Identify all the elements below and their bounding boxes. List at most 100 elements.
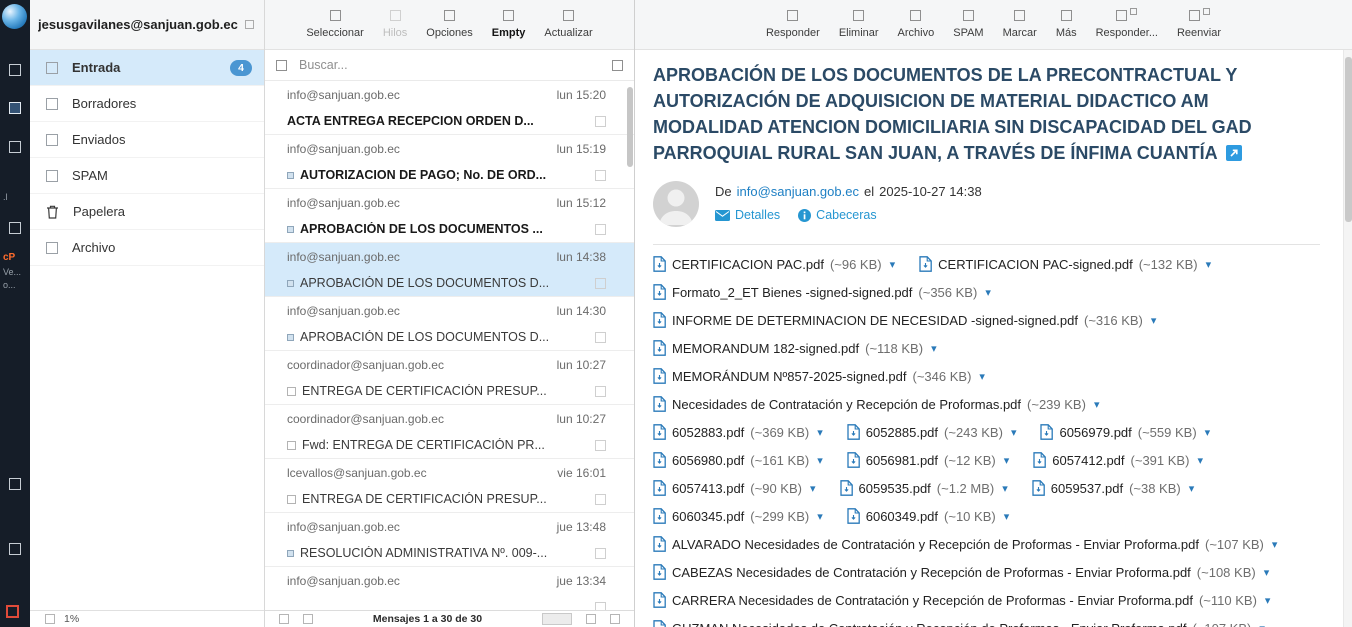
attachment-caret-icon[interactable]: ▾: [1206, 258, 1212, 271]
attachment-chip[interactable]: Formato_2_ET Bienes -signed-signed.pdf (…: [653, 284, 991, 300]
folder-item-borradores[interactable]: Borradores: [30, 86, 264, 122]
toolbar-button-archivo[interactable]: Archivo: [898, 10, 935, 39]
account-header[interactable]: jesusgavilanes@sanjuan.gob.ec: [30, 0, 264, 50]
attachment-caret-icon[interactable]: ▾: [1189, 482, 1195, 495]
attachment-caret-icon[interactable]: ▾: [1205, 426, 1211, 439]
rail-nav-icon-3[interactable]: [9, 141, 21, 153]
attachment-chip[interactable]: GUZMAN Necesidades de Contratación y Rec…: [653, 620, 1265, 627]
rail-nav-icon-7[interactable]: [6, 605, 19, 618]
footer-nav-icon-3[interactable]: [586, 614, 596, 624]
message-checkbox[interactable]: [595, 386, 606, 397]
attachment-caret-icon[interactable]: ▾: [810, 482, 816, 495]
attachment-chip[interactable]: 6052883.pdf (~369 KB) ▾: [653, 424, 823, 440]
attachment-chip[interactable]: CERTIFICACION PAC-signed.pdf (~132 KB) ▾: [919, 256, 1211, 272]
attachment-caret-icon[interactable]: ▾: [1264, 566, 1270, 579]
message-checkbox[interactable]: [595, 278, 606, 289]
attachment-chip[interactable]: 6060345.pdf (~299 KB) ▾: [653, 508, 823, 524]
page-size-input[interactable]: [542, 613, 572, 625]
details-link[interactable]: Detalles: [715, 208, 780, 222]
attachment-caret-icon[interactable]: ▾: [1002, 482, 1008, 495]
folder-item-papelera[interactable]: Papelera: [30, 194, 264, 230]
attachment-chip[interactable]: 6060349.pdf (~10 KB) ▾: [847, 508, 1010, 524]
attachment-chip[interactable]: CABEZAS Necesidades de Contratación y Re…: [653, 564, 1269, 580]
folder-item-spam[interactable]: SPAM: [30, 158, 264, 194]
message-checkbox[interactable]: [595, 170, 606, 181]
message-checkbox[interactable]: [595, 332, 606, 343]
toolbar-button-spam[interactable]: SPAM: [953, 10, 983, 39]
attachment-caret-icon[interactable]: ▾: [817, 426, 823, 439]
message-row[interactable]: info@sanjuan.gob.ec lun 14:38 APROBACIÓN…: [265, 243, 634, 297]
rail-nav-icon-6[interactable]: [9, 543, 21, 555]
attachment-caret-icon[interactable]: ▾: [817, 454, 823, 467]
message-checkbox[interactable]: [595, 224, 606, 235]
attachment-caret-icon[interactable]: ▾: [1004, 510, 1010, 523]
toolbar-button-marcar[interactable]: Marcar: [1003, 10, 1037, 39]
attachment-caret-icon[interactable]: ▾: [817, 510, 823, 523]
open-in-window-icon[interactable]: [1226, 142, 1242, 168]
toolbar-button-responder[interactable]: Responder...: [1096, 10, 1158, 39]
headers-link[interactable]: Cabeceras: [798, 208, 876, 222]
attachment-caret-icon[interactable]: ▾: [1259, 622, 1265, 627]
reader-scrollbar-thumb[interactable]: [1345, 57, 1352, 222]
attachment-chip[interactable]: 6057413.pdf (~90 KB) ▾: [653, 480, 816, 496]
message-checkbox[interactable]: [595, 116, 606, 127]
attachment-caret-icon[interactable]: ▾: [985, 286, 991, 299]
footer-nav-icon-1[interactable]: [279, 614, 289, 624]
attachment-chip[interactable]: 6056980.pdf (~161 KB) ▾: [653, 452, 823, 468]
search-options-icon[interactable]: [612, 60, 623, 71]
footer-nav-icon-2[interactable]: [303, 614, 313, 624]
attachment-chip[interactable]: MEMORANDUM 182-signed.pdf (~118 KB) ▾: [653, 340, 937, 356]
attachment-chip[interactable]: 6056979.pdf (~559 KB) ▾: [1040, 424, 1210, 440]
folder-item-entrada[interactable]: Entrada 4: [30, 50, 264, 86]
attachment-chip[interactable]: MEMORÁNDUM Nº857-2025-signed.pdf (~346 K…: [653, 368, 985, 384]
rail-nav-icon-2[interactable]: [9, 102, 21, 114]
folder-item-archivo[interactable]: Archivo: [30, 230, 264, 266]
attachment-caret-icon[interactable]: ▾: [931, 342, 937, 355]
toolbar-button-eliminar[interactable]: Eliminar: [839, 10, 879, 39]
attachment-chip[interactable]: 6059535.pdf (~1.2 MB) ▾: [840, 480, 1008, 496]
select-all-checkbox[interactable]: [276, 60, 287, 71]
attachment-caret-icon[interactable]: ▾: [1265, 594, 1271, 607]
attachment-chip[interactable]: 6056981.pdf (~12 KB) ▾: [847, 452, 1010, 468]
attachment-chip[interactable]: CARRERA Necesidades de Contratación y Re…: [653, 592, 1270, 608]
message-checkbox[interactable]: [595, 440, 606, 451]
message-checkbox[interactable]: [595, 494, 606, 505]
search-input[interactable]: [297, 57, 602, 73]
toolbar-button-opciones[interactable]: Opciones: [426, 10, 472, 39]
attachment-chip[interactable]: 6057412.pdf (~391 KB) ▾: [1033, 452, 1203, 468]
message-checkbox[interactable]: [595, 602, 606, 611]
rail-nav-icon-4[interactable]: [9, 222, 21, 234]
attachment-caret-icon[interactable]: ▾: [1272, 538, 1278, 551]
attachment-caret-icon[interactable]: ▾: [979, 370, 985, 383]
attachment-caret-icon[interactable]: ▾: [1004, 454, 1010, 467]
attachment-chip[interactable]: 6059537.pdf (~38 KB) ▾: [1032, 480, 1195, 496]
toolbar-button-seleccionar[interactable]: Seleccionar: [306, 10, 363, 39]
toolbar-button-actualizar[interactable]: Actualizar: [544, 10, 592, 39]
attachment-chip[interactable]: ALVARADO Necesidades de Contratación y R…: [653, 536, 1277, 552]
attachment-chip[interactable]: Necesidades de Contratación y Recepción …: [653, 396, 1099, 412]
message-row[interactable]: info@sanjuan.gob.ec lun 15:12 APROBACIÓN…: [265, 189, 634, 243]
message-row[interactable]: coordinador@sanjuan.gob.ec lun 10:27 Fwd…: [265, 405, 634, 459]
message-row[interactable]: info@sanjuan.gob.ec lun 15:19 AUTORIZACI…: [265, 135, 634, 189]
toolbar-button-empty[interactable]: Empty: [492, 10, 526, 39]
attachment-caret-icon[interactable]: ▾: [1197, 454, 1203, 467]
toolbar-button-reenviar[interactable]: Reenviar: [1177, 10, 1221, 39]
attachment-caret-icon[interactable]: ▾: [1011, 426, 1017, 439]
message-row[interactable]: coordinador@sanjuan.gob.ec lun 10:27 ENT…: [265, 351, 634, 405]
message-row[interactable]: info@sanjuan.gob.ec jue 13:34: [265, 567, 634, 610]
toolbar-button-m-s[interactable]: Más: [1056, 10, 1077, 39]
attachment-caret-icon[interactable]: ▾: [1151, 314, 1157, 327]
rail-nav-icon-5[interactable]: [9, 478, 21, 490]
attachment-caret-icon[interactable]: ▾: [890, 258, 896, 271]
toolbar-button-hilos[interactable]: Hilos: [383, 10, 407, 39]
attachment-chip[interactable]: CERTIFICACION PAC.pdf (~96 KB) ▾: [653, 256, 895, 272]
message-row[interactable]: info@sanjuan.gob.ec lun 14:30 APROBACIÓN…: [265, 297, 634, 351]
attachment-chip[interactable]: 6052885.pdf (~243 KB) ▾: [847, 424, 1017, 440]
message-checkbox[interactable]: [595, 548, 606, 559]
message-row[interactable]: lcevallos@sanjuan.gob.ec vie 16:01 ENTRE…: [265, 459, 634, 513]
toolbar-button-responder[interactable]: Responder: [766, 10, 820, 39]
sender-email-link[interactable]: info@sanjuan.gob.ec: [737, 184, 859, 199]
list-scrollbar-thumb[interactable]: [627, 87, 633, 167]
folder-item-enviados[interactable]: Enviados: [30, 122, 264, 158]
message-row[interactable]: info@sanjuan.gob.ec lun 15:20 ACTA ENTRE…: [265, 81, 634, 135]
